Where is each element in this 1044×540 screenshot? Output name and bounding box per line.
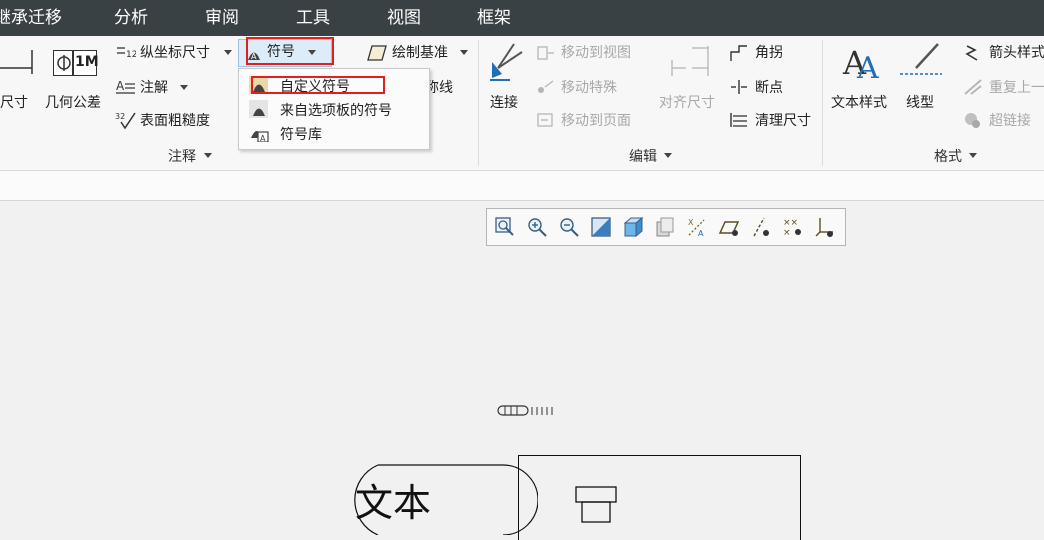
datum-icon [367, 45, 387, 61]
svg-text:12: 12 [126, 50, 136, 60]
highlight-box-custom-symbol [251, 76, 385, 94]
menu-item-view[interactable]: 视图 [387, 0, 421, 36]
connect-icon[interactable] [486, 40, 526, 82]
svg-text:×: × [783, 228, 791, 238]
svg-text:A: A [116, 79, 125, 93]
align-dimension-icon [671, 46, 709, 76]
highlight-box-symbol [246, 37, 334, 65]
drawing-canvas[interactable]: 文本 [0, 201, 1044, 540]
draw-datum-button[interactable]: 绘制基准 [392, 44, 448, 62]
menu-bar: 继承迁移 分析 审阅 工具 视图 框架 [0, 0, 1044, 36]
break-button[interactable]: 断点 [755, 79, 783, 97]
hyperlink-icon [965, 113, 980, 128]
tolerance-code-text: 1M [75, 54, 99, 70]
jog-icon [730, 45, 747, 61]
svg-text:A: A [856, 51, 879, 82]
arrow-style-icon [965, 45, 978, 61]
move-to-view-icon [537, 46, 554, 60]
move-special-button[interactable]: 移动特殊 [561, 79, 617, 97]
display-style-icon[interactable] [622, 216, 644, 238]
menu-item-label: 来自选项板的符号 [280, 103, 392, 119]
text-style-icon[interactable]: A A [841, 40, 881, 82]
t-symbol [575, 486, 617, 523]
jog-button[interactable]: 角拐 [755, 44, 783, 62]
note-icon: A [116, 79, 135, 94]
zoom-in-icon[interactable] [526, 216, 548, 238]
point-display-icon[interactable]: ×× × [782, 216, 804, 238]
repaint-icon[interactable] [590, 216, 612, 238]
axis-display-icon[interactable] [750, 216, 772, 238]
menu-item-palette-symbol[interactable]: 来自选项板的符号 [239, 97, 429, 121]
move-special-icon [538, 80, 554, 93]
surface-finish-button[interactable]: 表面粗糙度 [140, 112, 210, 130]
menu-item-tools[interactable]: 工具 [296, 0, 330, 36]
move-to-view-button[interactable]: 移动到视图 [561, 44, 631, 62]
menu-item-label: 符号库 [280, 127, 322, 143]
canvas-note-text[interactable]: 文本 [355, 481, 431, 525]
cleanup-dimension-button[interactable]: 清理尺寸 [755, 112, 811, 130]
line-style-button[interactable]: 线型 [906, 94, 934, 112]
chevron-down-icon[interactable] [459, 49, 469, 57]
arrow-style-button[interactable]: 箭头样式 [989, 44, 1044, 62]
menu-item-review[interactable]: 审阅 [205, 0, 239, 36]
saved-views-icon[interactable] [654, 216, 676, 238]
move-to-page-icon [537, 113, 553, 127]
zoom-fit-icon[interactable] [494, 216, 516, 238]
zoom-out-icon[interactable] [558, 216, 580, 238]
ordinate-dimension-button[interactable]: 纵坐标尺寸 [140, 44, 210, 62]
chevron-down-icon[interactable] [179, 84, 189, 92]
palette-symbol-icon [249, 100, 268, 118]
geometric-tolerance-button[interactable]: 几何公差 [45, 94, 101, 112]
group-label-edit[interactable]: 编辑 [629, 146, 657, 166]
secondary-toolbar-strip [0, 171, 1044, 201]
spring-symbol [497, 405, 553, 416]
dimension-button[interactable]: 尺寸 [0, 94, 28, 112]
csys-display-icon[interactable] [814, 216, 836, 238]
menu-item-symbol-library[interactable]: A 符号库 [239, 121, 429, 145]
svg-text:××: ×× [783, 218, 798, 228]
svg-text:A: A [260, 134, 266, 142]
menu-item-migration[interactable]: 继承迁移 [0, 0, 62, 36]
svg-text:X: X [688, 218, 694, 227]
geometric-tolerance-icon[interactable]: 1M [53, 50, 99, 76]
group-divider [822, 40, 823, 166]
text-style-button[interactable]: 文本样式 [831, 94, 887, 112]
align-dimension-button[interactable]: 对齐尺寸 [659, 94, 715, 112]
line-style-icon[interactable] [900, 40, 944, 82]
chevron-down-icon[interactable] [968, 152, 978, 160]
drawing-frame [518, 455, 801, 540]
annotation-display-icon[interactable]: X A [686, 216, 708, 238]
plane-display-icon[interactable] [718, 216, 740, 238]
break-icon [731, 80, 747, 94]
group-divider [478, 40, 479, 166]
chevron-down-icon[interactable] [663, 152, 673, 160]
ribbon: 尺寸 1M 几何公差 12 纵坐标尺寸 A 注解 32 表面粗糙度 A 符号 绘… [0, 36, 1044, 171]
connect-button[interactable]: 连接 [490, 94, 518, 112]
svg-text:A: A [698, 229, 704, 238]
group-label-annotate[interactable]: 注释 [168, 146, 196, 166]
chevron-down-icon[interactable] [203, 152, 213, 160]
repeat-last-button[interactable]: 重复上一 [989, 79, 1044, 97]
cleanup-dimension-icon [730, 113, 747, 127]
symbol-library-icon: A [251, 131, 269, 142]
group-label-format[interactable]: 格式 [934, 146, 962, 166]
menu-item-frame[interactable]: 框架 [477, 0, 511, 36]
dimension-icon[interactable] [0, 46, 36, 76]
hyperlink-button[interactable]: 超链接 [989, 112, 1031, 130]
view-toolbar: X A ×× × [486, 208, 846, 246]
ordinate-dimension-icon: 12 [117, 47, 136, 60]
repeat-last-icon [964, 79, 982, 95]
chevron-down-icon[interactable] [223, 49, 233, 57]
note-button[interactable]: 注解 [140, 79, 168, 97]
svg-text:32: 32 [115, 112, 125, 121]
move-to-page-button[interactable]: 移动到页面 [561, 112, 631, 130]
surface-finish-icon: 32 [115, 112, 136, 130]
menu-item-analysis[interactable]: 分析 [114, 0, 148, 36]
